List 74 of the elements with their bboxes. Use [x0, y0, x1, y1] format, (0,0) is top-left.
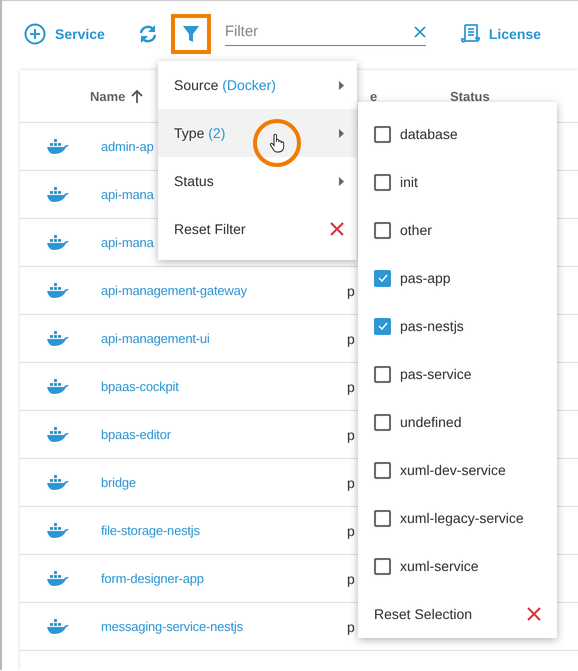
checkbox-option[interactable]: pas-app: [358, 254, 557, 302]
checkbox-option[interactable]: pas-nestjs: [358, 302, 557, 350]
checkbox[interactable]: [374, 270, 391, 286]
checkbox-option[interactable]: undefined: [358, 398, 557, 446]
check-icon: [378, 322, 388, 330]
whale-icon: [46, 282, 69, 299]
checkbox-option[interactable]: xuml-legacy-service: [358, 494, 557, 542]
whale-icon: [46, 234, 69, 251]
checkbox-option[interactable]: other: [358, 206, 557, 254]
checkbox-option[interactable]: xuml-dev-service: [358, 446, 557, 494]
table-cell: p: [347, 522, 355, 538]
checkbox[interactable]: [374, 366, 391, 382]
table-cell: p: [347, 378, 355, 394]
whale-icon: [46, 522, 69, 539]
checkbox[interactable]: [374, 222, 391, 238]
close-icon: [330, 222, 344, 236]
column-header[interactable]: Status: [450, 88, 490, 104]
close-icon[interactable]: [414, 26, 426, 38]
whale-icon: [46, 186, 69, 203]
checkbox[interactable]: [374, 174, 391, 190]
service-link[interactable]: form-designer-app: [101, 571, 204, 586]
checkbox[interactable]: [374, 462, 391, 478]
service-link[interactable]: messaging-service-nestjs: [101, 619, 243, 634]
table-cell: p: [347, 618, 355, 634]
sort-up-arrow-icon[interactable]: [131, 90, 144, 102]
whale-icon: [46, 138, 69, 155]
service-link[interactable]: api-mana: [101, 187, 154, 202]
menu-item[interactable]: Source (Docker): [158, 61, 357, 109]
table-cell: p: [347, 426, 355, 442]
table-cell: p: [347, 282, 355, 298]
whale-icon: [46, 378, 69, 395]
checkbox[interactable]: [374, 318, 391, 334]
checkbox-option[interactable]: pas-service: [358, 350, 557, 398]
service-link[interactable]: admin-ap: [101, 139, 154, 154]
table-cell: p: [347, 570, 355, 586]
check-icon: [378, 274, 388, 282]
checkbox-option[interactable]: xuml-service: [358, 542, 557, 590]
menu-item[interactable]: Status: [158, 157, 357, 205]
service-link[interactable]: bridge: [101, 475, 136, 490]
service-link[interactable]: bpaas-editor: [101, 427, 171, 442]
table-cell: p: [347, 474, 355, 490]
whale-icon: [46, 474, 69, 491]
whale-icon: [46, 570, 69, 587]
reset-selection-item[interactable]: Reset Selection: [358, 590, 557, 638]
whale-icon: [46, 330, 69, 347]
checkbox-option[interactable]: init: [358, 158, 557, 206]
service-link[interactable]: api-management-ui: [101, 331, 210, 346]
checkbox-option[interactable]: database: [358, 110, 557, 158]
service-link[interactable]: api-management-gateway: [101, 283, 247, 298]
filter-button[interactable]: [170, 14, 211, 54]
menu-item[interactable]: Type (2): [158, 109, 357, 157]
column-header[interactable]: e: [370, 88, 378, 104]
whale-icon: [46, 618, 69, 635]
whale-icon: [46, 426, 69, 443]
caret-right-icon: [339, 80, 344, 90]
license-button[interactable]: License: [460, 23, 541, 45]
menu-item[interactable]: Reset Filter: [158, 205, 357, 253]
table-cell: p: [347, 330, 355, 346]
checkbox[interactable]: [374, 510, 391, 526]
service-link[interactable]: bpaas-cockpit: [101, 379, 179, 394]
checkbox[interactable]: [374, 414, 391, 430]
checkbox[interactable]: [374, 558, 391, 574]
filter-icon: [182, 25, 200, 43]
document-icon: [460, 23, 480, 45]
close-icon: [527, 607, 541, 621]
service-link[interactable]: api-mana: [101, 235, 154, 250]
hand-cursor-icon: [269, 133, 285, 153]
column-header[interactable]: Name: [90, 88, 126, 104]
caret-right-icon: [339, 128, 344, 138]
service-link[interactable]: file-storage-nestjs: [101, 523, 200, 538]
plus-circle-icon: [24, 23, 46, 45]
add-service-button[interactable]: Service: [24, 23, 105, 45]
checkbox[interactable]: [374, 126, 391, 142]
caret-right-icon: [339, 176, 344, 186]
